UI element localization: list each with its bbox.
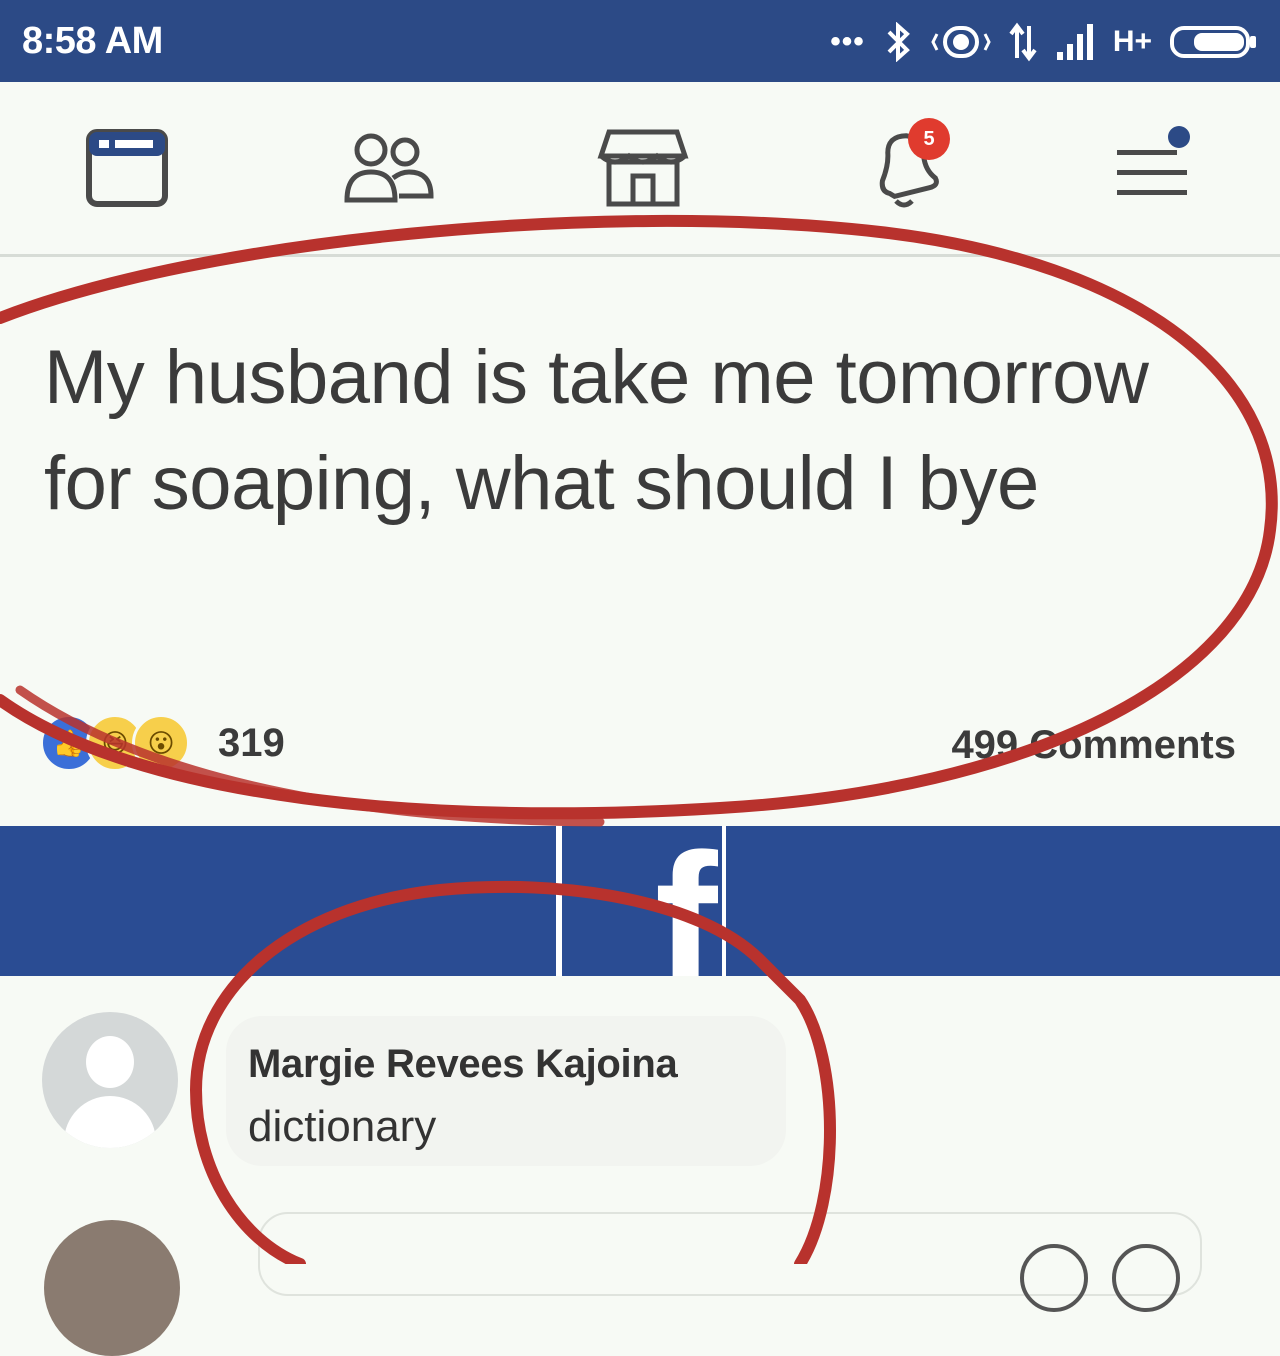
emoji-icon[interactable] [1112, 1244, 1180, 1312]
notification-badge: 5 [908, 118, 950, 160]
comment-author[interactable]: Margie Revees Kajoina [248, 1042, 678, 1087]
next-comment-icons [1020, 1244, 1180, 1312]
next-comment-avatar[interactable] [44, 1220, 180, 1356]
status-bar: 8:58 AM ••• H+ [0, 0, 1280, 82]
post-card: My husband is take me tomorrow for soapi… [0, 257, 1280, 825]
marketplace-tab[interactable] [588, 118, 698, 218]
comment-section: Margie Revees Kajoina dictionary [0, 976, 1280, 1356]
network-type: H+ [1112, 25, 1152, 58]
wow-icon: 😮 [132, 714, 190, 772]
data-arrows-icon [1009, 22, 1037, 62]
status-time: 8:58 AM [22, 20, 163, 62]
avatar-body [64, 1096, 156, 1148]
friends-tab[interactable] [334, 118, 444, 218]
camera-icon[interactable] [1020, 1244, 1088, 1312]
notifications-tab[interactable]: 5 [850, 118, 960, 218]
facebook-banner: f [0, 826, 1280, 976]
avatar[interactable] [42, 1012, 178, 1148]
bluetooth-icon [887, 22, 910, 62]
avatar-head [86, 1036, 134, 1088]
post-text: My husband is take me tomorrow for soapi… [44, 335, 1149, 526]
reactions-summary[interactable]: 👍 😆 😮 319 [40, 713, 285, 773]
status-icons: ••• H+ [830, 14, 1258, 70]
news-feed-icon [86, 129, 168, 207]
more-dots-icon: ••• [830, 25, 865, 58]
menu-indicator-dot [1168, 126, 1190, 148]
marketplace-icon [597, 129, 689, 207]
comment-body: dictionary [248, 1102, 437, 1151]
nav-bar: 5 [0, 82, 1280, 257]
vibrate-icon [931, 26, 991, 58]
menu-tab[interactable] [1096, 118, 1206, 218]
battery-icon [1170, 26, 1256, 58]
news-feed-tab[interactable] [72, 118, 182, 218]
reaction-count: 319 [218, 720, 285, 765]
friends-icon [344, 133, 434, 203]
comment-count-link[interactable]: 499 Comments [951, 723, 1236, 768]
signal-icon [1056, 24, 1093, 60]
facebook-logo-letter: f [654, 826, 718, 976]
